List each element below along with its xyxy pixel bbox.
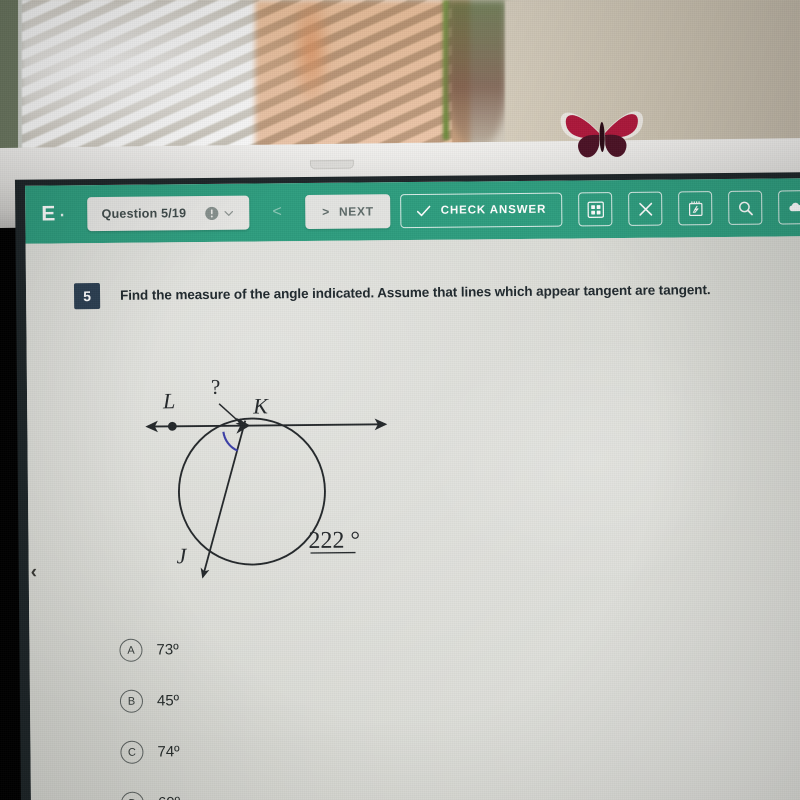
choice-text-c: 74º — [157, 743, 180, 761]
previous-question-button[interactable]: < — [259, 195, 295, 229]
tangent-line — [145, 418, 388, 433]
geometry-figure: ? L K J 222 ° — [145, 375, 388, 579]
choice-text-b: 45º — [156, 692, 180, 710]
question-number-badge: 5 — [73, 282, 101, 310]
app-logo[interactable]: E · — [41, 202, 66, 226]
laptop-screen-frame: E · Question 5/19 < > NEXT CHECK ANSWER … — [14, 172, 800, 800]
grid-icon — [587, 201, 604, 218]
notepad-icon — [688, 200, 703, 216]
unknown-angle-label: ? — [211, 375, 221, 399]
point-l-label: L — [162, 388, 175, 413]
app-screen: E · Question 5/19 < > NEXT CHECK ANSWER … — [25, 178, 800, 800]
chevron-down-icon[interactable] — [222, 206, 235, 219]
check-answer-label: CHECK ANSWER — [440, 203, 547, 217]
choice-text-a: 73º — [156, 641, 179, 659]
notepad-button[interactable] — [678, 191, 713, 226]
previous-chevron-icon: < — [272, 203, 282, 221]
question-header: 5 Find the measure of the angle indicate… — [73, 276, 794, 310]
back-chevron-icon[interactable]: ‹ — [31, 562, 38, 584]
choice-letter-b: B — [119, 689, 144, 713]
question-selector-icons — [204, 205, 235, 220]
question-content-area: 5 Find the measure of the angle indicate… — [25, 236, 800, 800]
close-button[interactable] — [628, 191, 663, 226]
circle-shape — [177, 417, 326, 566]
butterfly-sticker-icon — [560, 111, 644, 158]
arc-measure-label: 222 ° — [308, 528, 360, 554]
grid-view-button[interactable] — [578, 192, 613, 227]
choice-text-d: 69º — [158, 794, 180, 800]
question-selector[interactable]: Question 5/19 — [87, 195, 250, 232]
app-logo-dot: · — [59, 207, 66, 225]
search-button[interactable] — [728, 190, 763, 225]
lid-latch-notch — [309, 159, 355, 170]
question-counter-label: Question 5/19 — [101, 206, 187, 221]
wall-right — [505, 0, 800, 152]
warm-light-blob — [290, 0, 332, 110]
question-prompt: Find the measure of the angle indicated.… — [119, 282, 711, 303]
check-icon — [417, 205, 431, 216]
next-button-label: NEXT — [338, 204, 374, 219]
cloud-save-button[interactable] — [778, 190, 800, 225]
answer-choice-a[interactable]: A 73º — [119, 638, 179, 662]
plant-blur — [447, 0, 507, 145]
next-button[interactable]: > NEXT — [305, 194, 391, 230]
search-icon — [738, 201, 753, 215]
check-answer-button[interactable]: CHECK ANSWER — [400, 192, 563, 229]
choice-letter-a: A — [119, 638, 143, 662]
angle-arc-marker — [222, 431, 239, 452]
close-icon — [638, 202, 652, 216]
answer-choice-b[interactable]: B 45º — [119, 689, 180, 713]
point-j-label: J — [176, 543, 187, 568]
photo-of-laptop-screen: E · Question 5/19 < > NEXT CHECK ANSWER … — [0, 0, 800, 800]
choice-letter-d: D — [120, 791, 145, 800]
point-l-marker — [167, 421, 177, 431]
info-circle-icon — [205, 206, 219, 220]
cloud-icon — [788, 202, 800, 211]
secant-line-kj — [200, 420, 247, 579]
point-k-label: K — [252, 393, 269, 418]
answer-choice-d[interactable]: D 69º — [120, 791, 180, 800]
warm-light-wash — [255, 0, 470, 150]
app-toolbar: E · Question 5/19 < > NEXT CHECK ANSWER — [25, 178, 800, 244]
choice-letter-c: C — [120, 740, 144, 764]
app-logo-letter: E — [41, 202, 56, 226]
answer-choices: A 73º B 45º C 74º D 69º — [119, 638, 180, 800]
answer-choice-c[interactable]: C 74º — [120, 740, 180, 764]
next-chevron-icon: > — [322, 204, 330, 219]
